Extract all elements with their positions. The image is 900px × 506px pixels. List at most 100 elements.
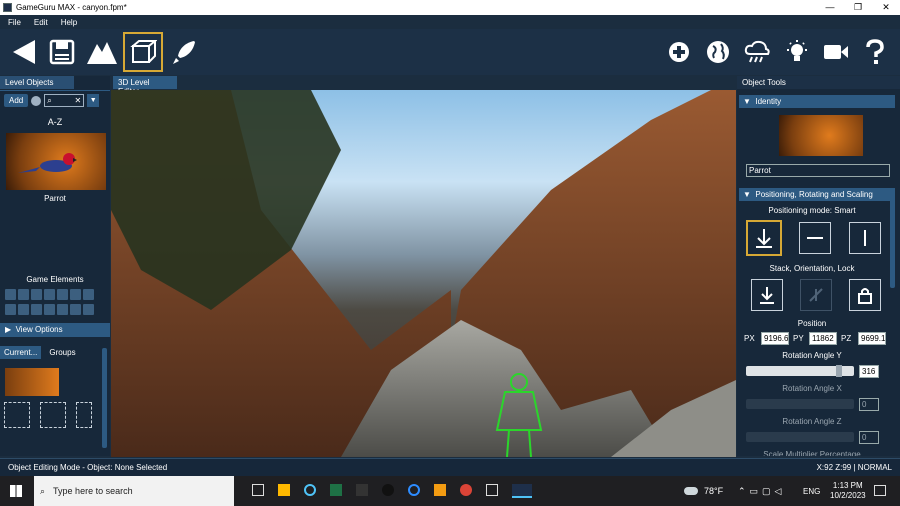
element-icon[interactable] xyxy=(18,304,29,315)
element-icon[interactable] xyxy=(31,304,42,315)
gameguru-taskbar-icon[interactable] xyxy=(512,484,532,498)
menu-file[interactable]: File xyxy=(0,18,26,27)
rotation-z-label: Rotation Angle Z xyxy=(782,417,842,426)
element-icon[interactable] xyxy=(44,304,55,315)
chrome-icon[interactable] xyxy=(460,484,472,496)
notification-icon[interactable] xyxy=(874,485,886,496)
app-icon[interactable] xyxy=(434,484,446,496)
rotation-z-input[interactable]: 0 xyxy=(859,431,879,444)
element-icon[interactable] xyxy=(5,304,16,315)
language-indicator[interactable]: ENG xyxy=(803,487,820,496)
lighting-button[interactable] xyxy=(777,32,817,72)
windows-start-icon[interactable] xyxy=(10,485,22,497)
positioning-section-header[interactable]: ▼ Positioning, Rotating and Scaling xyxy=(739,188,895,201)
search-field[interactable]: ⌕ ✕ xyxy=(44,94,85,107)
rotation-x-slider[interactable] xyxy=(746,399,854,409)
title-bar: GameGuru MAX - canyon.fpm* — ❐ ✕ xyxy=(0,0,900,15)
element-icon[interactable] xyxy=(31,289,42,300)
weather-button[interactable] xyxy=(737,32,777,72)
filter-dropdown-button[interactable]: ▼ xyxy=(87,94,100,107)
element-icon[interactable] xyxy=(83,289,94,300)
rotation-z-slider[interactable] xyxy=(746,432,854,442)
px-input[interactable]: 9196.6 xyxy=(761,332,789,345)
excel-icon[interactable] xyxy=(330,484,342,496)
rotation-x-input[interactable]: 0 xyxy=(859,398,879,411)
drop-to-ground-button[interactable] xyxy=(746,220,782,256)
identity-label: Identity xyxy=(755,97,782,106)
element-icon[interactable] xyxy=(5,289,16,300)
horizontal-align-button[interactable] xyxy=(799,222,831,254)
element-icon[interactable] xyxy=(70,304,81,315)
task-view-icon[interactable] xyxy=(252,484,264,496)
object-name: Parrot xyxy=(44,194,66,203)
element-icon[interactable] xyxy=(44,289,55,300)
3d-viewport[interactable] xyxy=(111,90,736,457)
rotation-y-input[interactable]: 316 xyxy=(859,365,879,378)
view-options-bar[interactable]: ▶ View Options xyxy=(0,323,110,337)
back-button[interactable] xyxy=(4,32,44,72)
menu-help[interactable]: Help xyxy=(53,18,82,27)
vertical-align-button[interactable] xyxy=(849,222,881,254)
menu-edit[interactable]: Edit xyxy=(26,18,53,27)
element-icon[interactable] xyxy=(70,289,81,300)
app-icon[interactable] xyxy=(356,484,368,496)
search-placeholder: Type here to search xyxy=(53,486,133,496)
slider-handle[interactable] xyxy=(835,365,842,377)
object-thumbnail[interactable] xyxy=(6,133,106,190)
clock[interactable]: 1:13 PM 10/2/2023 xyxy=(830,481,866,501)
clear-icon[interactable]: ✕ xyxy=(75,96,82,105)
weather-temp[interactable]: 78°F xyxy=(704,486,723,496)
lock-button[interactable] xyxy=(849,279,881,311)
info-icon[interactable] xyxy=(31,95,42,106)
minimize-button[interactable]: — xyxy=(816,2,844,13)
controller-button[interactable] xyxy=(659,32,699,72)
close-button[interactable]: ✕ xyxy=(872,2,900,13)
sort-label: A-Z xyxy=(47,117,63,127)
tray-icons[interactable]: ⌃▭▢◁ xyxy=(738,486,785,497)
collapse-arrow-icon: ▼ xyxy=(743,97,751,106)
test-game-button[interactable] xyxy=(164,32,204,72)
app-icon[interactable] xyxy=(408,484,420,496)
terrain-button[interactable] xyxy=(82,32,122,72)
rotation-y-slider[interactable] xyxy=(746,365,854,377)
help-button[interactable] xyxy=(855,32,895,72)
py-input[interactable]: 11862 xyxy=(809,332,837,345)
stack-button[interactable] xyxy=(751,279,783,311)
group-tool-icon[interactable] xyxy=(76,402,92,428)
app-icon[interactable] xyxy=(486,484,498,496)
add-button[interactable]: Add xyxy=(4,94,29,107)
camera-button[interactable] xyxy=(816,32,856,72)
view-options-label: View Options xyxy=(15,325,63,334)
scrollbar[interactable] xyxy=(102,348,107,448)
element-icon[interactable] xyxy=(83,304,94,315)
identity-section-header[interactable]: ▼ Identity xyxy=(739,95,895,108)
element-icon[interactable] xyxy=(57,289,68,300)
camera-icon xyxy=(824,45,848,59)
tab-current[interactable]: Current... xyxy=(0,346,42,359)
element-icon[interactable] xyxy=(18,289,29,300)
viewport-tab[interactable]: 3D Level Editor xyxy=(113,76,177,96)
light-bulb-icon xyxy=(787,40,807,61)
orientation-button[interactable] xyxy=(800,279,832,311)
media-player-icon[interactable] xyxy=(382,484,394,496)
group-tool-icon[interactable] xyxy=(40,402,66,428)
group-tool-icon[interactable] xyxy=(4,402,30,428)
world-button[interactable] xyxy=(698,32,738,72)
help-icon xyxy=(866,39,884,64)
element-icon[interactable] xyxy=(57,304,68,315)
identity-thumbnail xyxy=(779,115,863,156)
panel-scrollbar[interactable] xyxy=(890,188,895,288)
objects-button[interactable] xyxy=(123,32,163,72)
current-object-thumbnail[interactable] xyxy=(5,368,59,396)
tab-groups[interactable]: Groups xyxy=(41,346,83,359)
save-button[interactable] xyxy=(42,32,82,72)
pz-input[interactable]: 9699.1 xyxy=(858,332,886,345)
scale-label: Scale Multiplier Percentage xyxy=(763,450,861,456)
taskbar-search-box[interactable]: ⌕ Type here to search xyxy=(34,476,234,506)
weather-icon[interactable] xyxy=(684,487,698,495)
cortana-icon[interactable] xyxy=(304,484,316,496)
object-name-field[interactable]: Parrot xyxy=(746,164,890,177)
maximize-button[interactable]: ❐ xyxy=(844,2,872,13)
store-icon[interactable] xyxy=(278,484,290,496)
date: 10/2/2023 xyxy=(830,491,866,500)
